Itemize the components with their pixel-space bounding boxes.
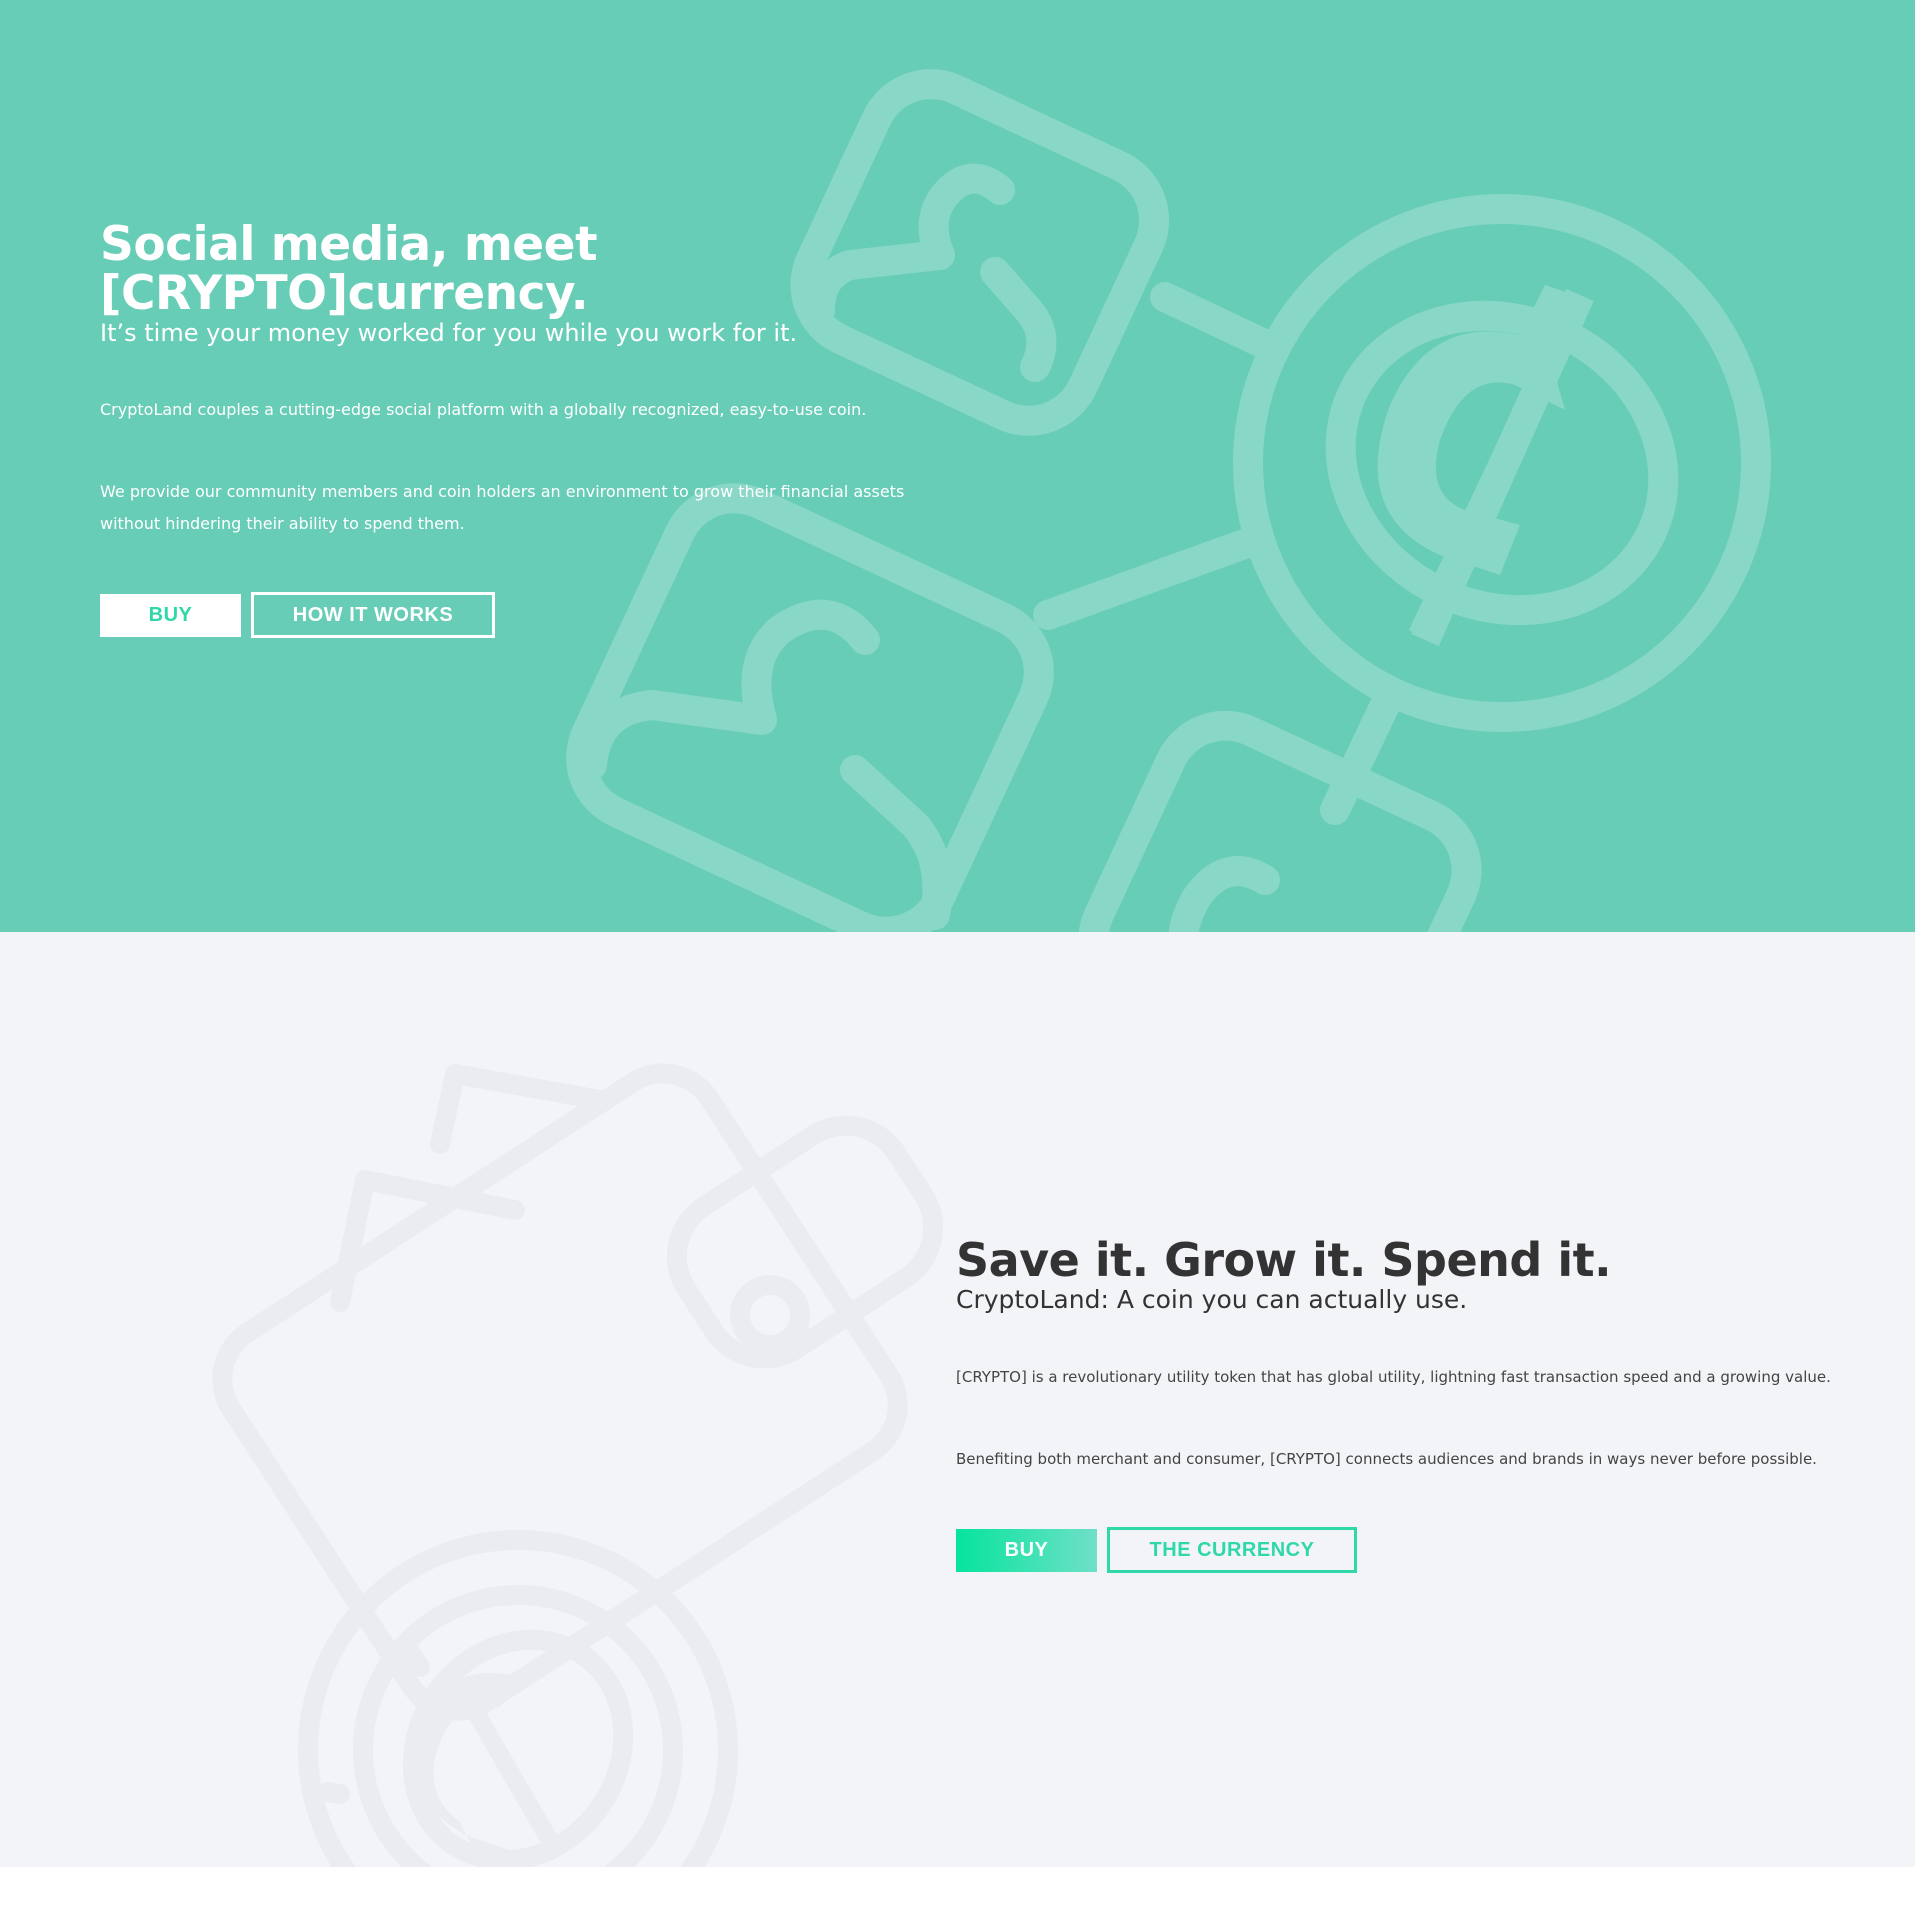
section2-paragraph-1: [CRYPTO] is a revolutionary utility toke…	[956, 1368, 1831, 1386]
section2-paragraph-2: Benefiting both merchant and consumer, […	[956, 1450, 1817, 1468]
hero-paragraph-1: CryptoLand couples a cutting-edge social…	[100, 400, 867, 419]
section2-title: Save it. Grow it. Spend it.	[956, 1233, 1612, 1287]
hero-title-line2: [CRYPTO]currency.	[100, 266, 589, 321]
save-grow-spend-section: Save it. Grow it. Spend it. CryptoLand: …	[0, 932, 1915, 1867]
hero-buy-button[interactable]: BUY	[100, 594, 241, 637]
hero-button-row: BUY HOW IT WORKS	[100, 592, 960, 638]
hero-section: Social media, meet [CRYPTO]currency. It’…	[0, 0, 1915, 932]
hero-subtitle: It’s time your money worked for you whil…	[100, 319, 798, 347]
hero-title-line1: Social media, meet	[100, 217, 598, 272]
section2-buy-button[interactable]: BUY	[956, 1529, 1097, 1572]
section2-subtitle: CryptoLand: A coin you can actually use.	[956, 1285, 1468, 1314]
hero-content: Social media, meet [CRYPTO]currency. It’…	[100, 220, 960, 638]
the-currency-button[interactable]: THE CURRENCY	[1107, 1527, 1357, 1573]
section2-button-row: BUY THE CURRENCY	[956, 1527, 1856, 1573]
how-it-works-button[interactable]: HOW IT WORKS	[251, 592, 495, 638]
hero-paragraph-2: We provide our community members and coi…	[100, 482, 905, 533]
save-grow-spend-content: Save it. Grow it. Spend it. CryptoLand: …	[956, 1235, 1856, 1573]
hero-title: Social media, meet [CRYPTO]currency.	[100, 220, 960, 318]
